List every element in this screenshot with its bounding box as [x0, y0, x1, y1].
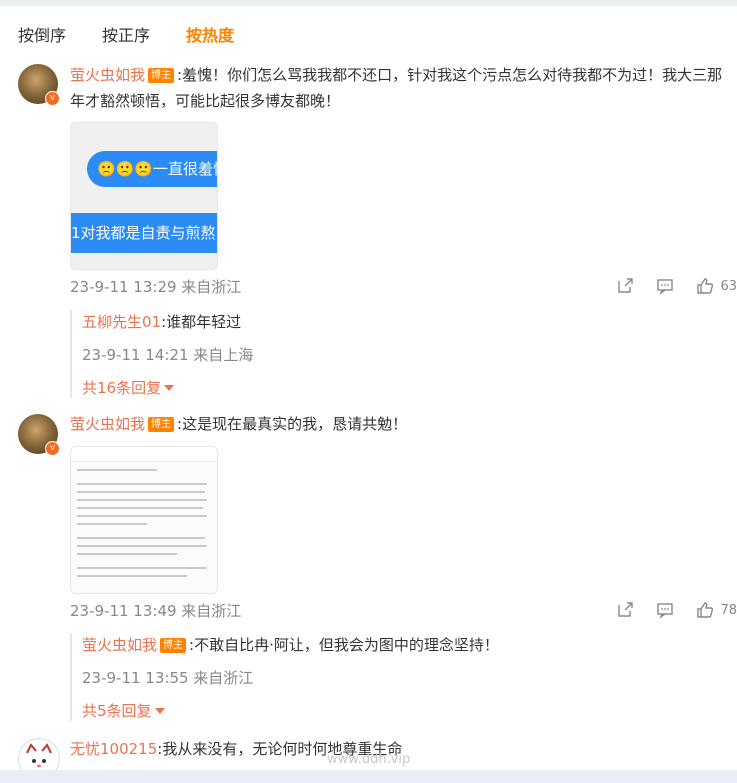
image-text-line — [77, 575, 187, 577]
comment-text: 萤火虫如我 博主:羞愧！你们怎么骂我我都不还口，针对我这个污点怎么对待我都不为过！… — [70, 62, 730, 114]
comment-time: 23-9-11 13:49 来自浙江 — [70, 602, 242, 620]
author-badge: 博主 — [148, 68, 175, 83]
more-replies-label: 共16条回复 — [82, 379, 162, 397]
reply-author[interactable]: 五柳先生01 — [82, 313, 161, 331]
tab-hot[interactable]: 按热度 — [186, 22, 234, 46]
image-text-line — [77, 553, 177, 555]
comment-image[interactable]: 🙁🙁🙁一直很羞愧 1对我都是自责与煎熬 — [70, 122, 218, 270]
avatar[interactable]: v — [18, 414, 60, 456]
comment-2: 萤火虫如我 博主:这是现在最真实的我，恳请共勉！ — [70, 411, 730, 437]
image-text-line — [77, 515, 207, 517]
verified-icon: v — [45, 441, 60, 456]
image-text-line — [77, 523, 147, 525]
comment-icon[interactable] — [656, 601, 674, 619]
verified-icon: v — [45, 91, 60, 106]
comment-time: 23-9-11 13:29 来自浙江 — [70, 278, 242, 296]
reply-time: 23-9-11 13:55 来自浙江 — [82, 669, 254, 687]
reply-body: :不敢自比冉·阿让，但我会为图中的理念坚持！ — [189, 636, 499, 654]
image-bubble-text: 🙁🙁🙁一直很羞愧 — [87, 151, 217, 187]
image-text-line — [77, 567, 207, 569]
image-text-line — [77, 499, 207, 501]
chevron-down-icon — [164, 385, 175, 391]
comment-author[interactable]: 萤火虫如我 — [70, 66, 145, 84]
like-count: 63 — [720, 278, 737, 294]
comment-text: 萤火虫如我 博主:这是现在最真实的我，恳请共勉！ — [70, 411, 730, 437]
reply-text: 五柳先生01:谁都年轻过 — [82, 310, 737, 334]
watermark: www.ddh.vip — [327, 752, 411, 767]
author-badge: 博主 — [148, 417, 175, 432]
reply-author[interactable]: 萤火虫如我 — [82, 636, 157, 654]
more-replies-link[interactable]: 共5条回复 — [82, 700, 737, 721]
comment-actions: 63 — [594, 277, 737, 295]
image-text-line — [77, 483, 207, 485]
comment-author[interactable]: 无忧100215 — [70, 740, 157, 758]
reply-time: 23-9-11 14:21 来自上海 — [82, 346, 254, 364]
reply-thread: 萤火虫如我 博主:不敢自比冉·阿让，但我会为图中的理念坚持！ 23-9-11 13… — [70, 633, 737, 721]
tab-reverse-order[interactable]: 按倒序 — [18, 22, 66, 46]
reply-body: :谁都年轻过 — [161, 313, 242, 331]
share-icon[interactable] — [616, 277, 634, 295]
like-icon[interactable] — [696, 601, 714, 619]
image-text-line — [77, 491, 205, 493]
image-text-line — [77, 537, 205, 539]
image-text-line — [77, 507, 203, 509]
avatar[interactable]: v — [18, 64, 60, 106]
comment-icon[interactable] — [656, 277, 674, 295]
share-icon[interactable] — [616, 601, 634, 619]
tab-forward-order[interactable]: 按正序 — [102, 22, 150, 46]
image-bar-text: 1对我都是自责与煎熬 — [71, 213, 217, 253]
image-text-line — [77, 545, 207, 547]
image-header — [71, 447, 217, 462]
reply-text: 萤火虫如我 博主:不敢自比冉·阿让，但我会为图中的理念坚持！ — [82, 633, 737, 657]
comment-author[interactable]: 萤火虫如我 — [70, 415, 145, 433]
like-icon[interactable] — [696, 277, 714, 295]
sort-tabs: 按倒序 按正序 按热度 — [18, 22, 234, 46]
comment-actions: 78 — [594, 601, 737, 619]
bottom-bar — [0, 770, 737, 783]
comment-1: 萤火虫如我 博主:羞愧！你们怎么骂我我都不还口，针对我这个污点怎么对待我都不为过！… — [70, 62, 730, 114]
comment-image[interactable] — [70, 446, 218, 594]
comment-body: :这是现在最真实的我，恳请共勉！ — [177, 415, 408, 433]
image-text-line — [77, 469, 157, 471]
chevron-down-icon — [154, 708, 165, 714]
reply-thread: 五柳先生01:谁都年轻过 23-9-11 14:21 来自上海 共16条回复 — [70, 310, 737, 398]
more-replies-label: 共5条回复 — [82, 702, 152, 720]
more-replies-link[interactable]: 共16条回复 — [82, 377, 737, 398]
top-divider — [0, 0, 737, 6]
author-badge: 博主 — [160, 638, 187, 653]
like-count: 78 — [720, 602, 737, 618]
